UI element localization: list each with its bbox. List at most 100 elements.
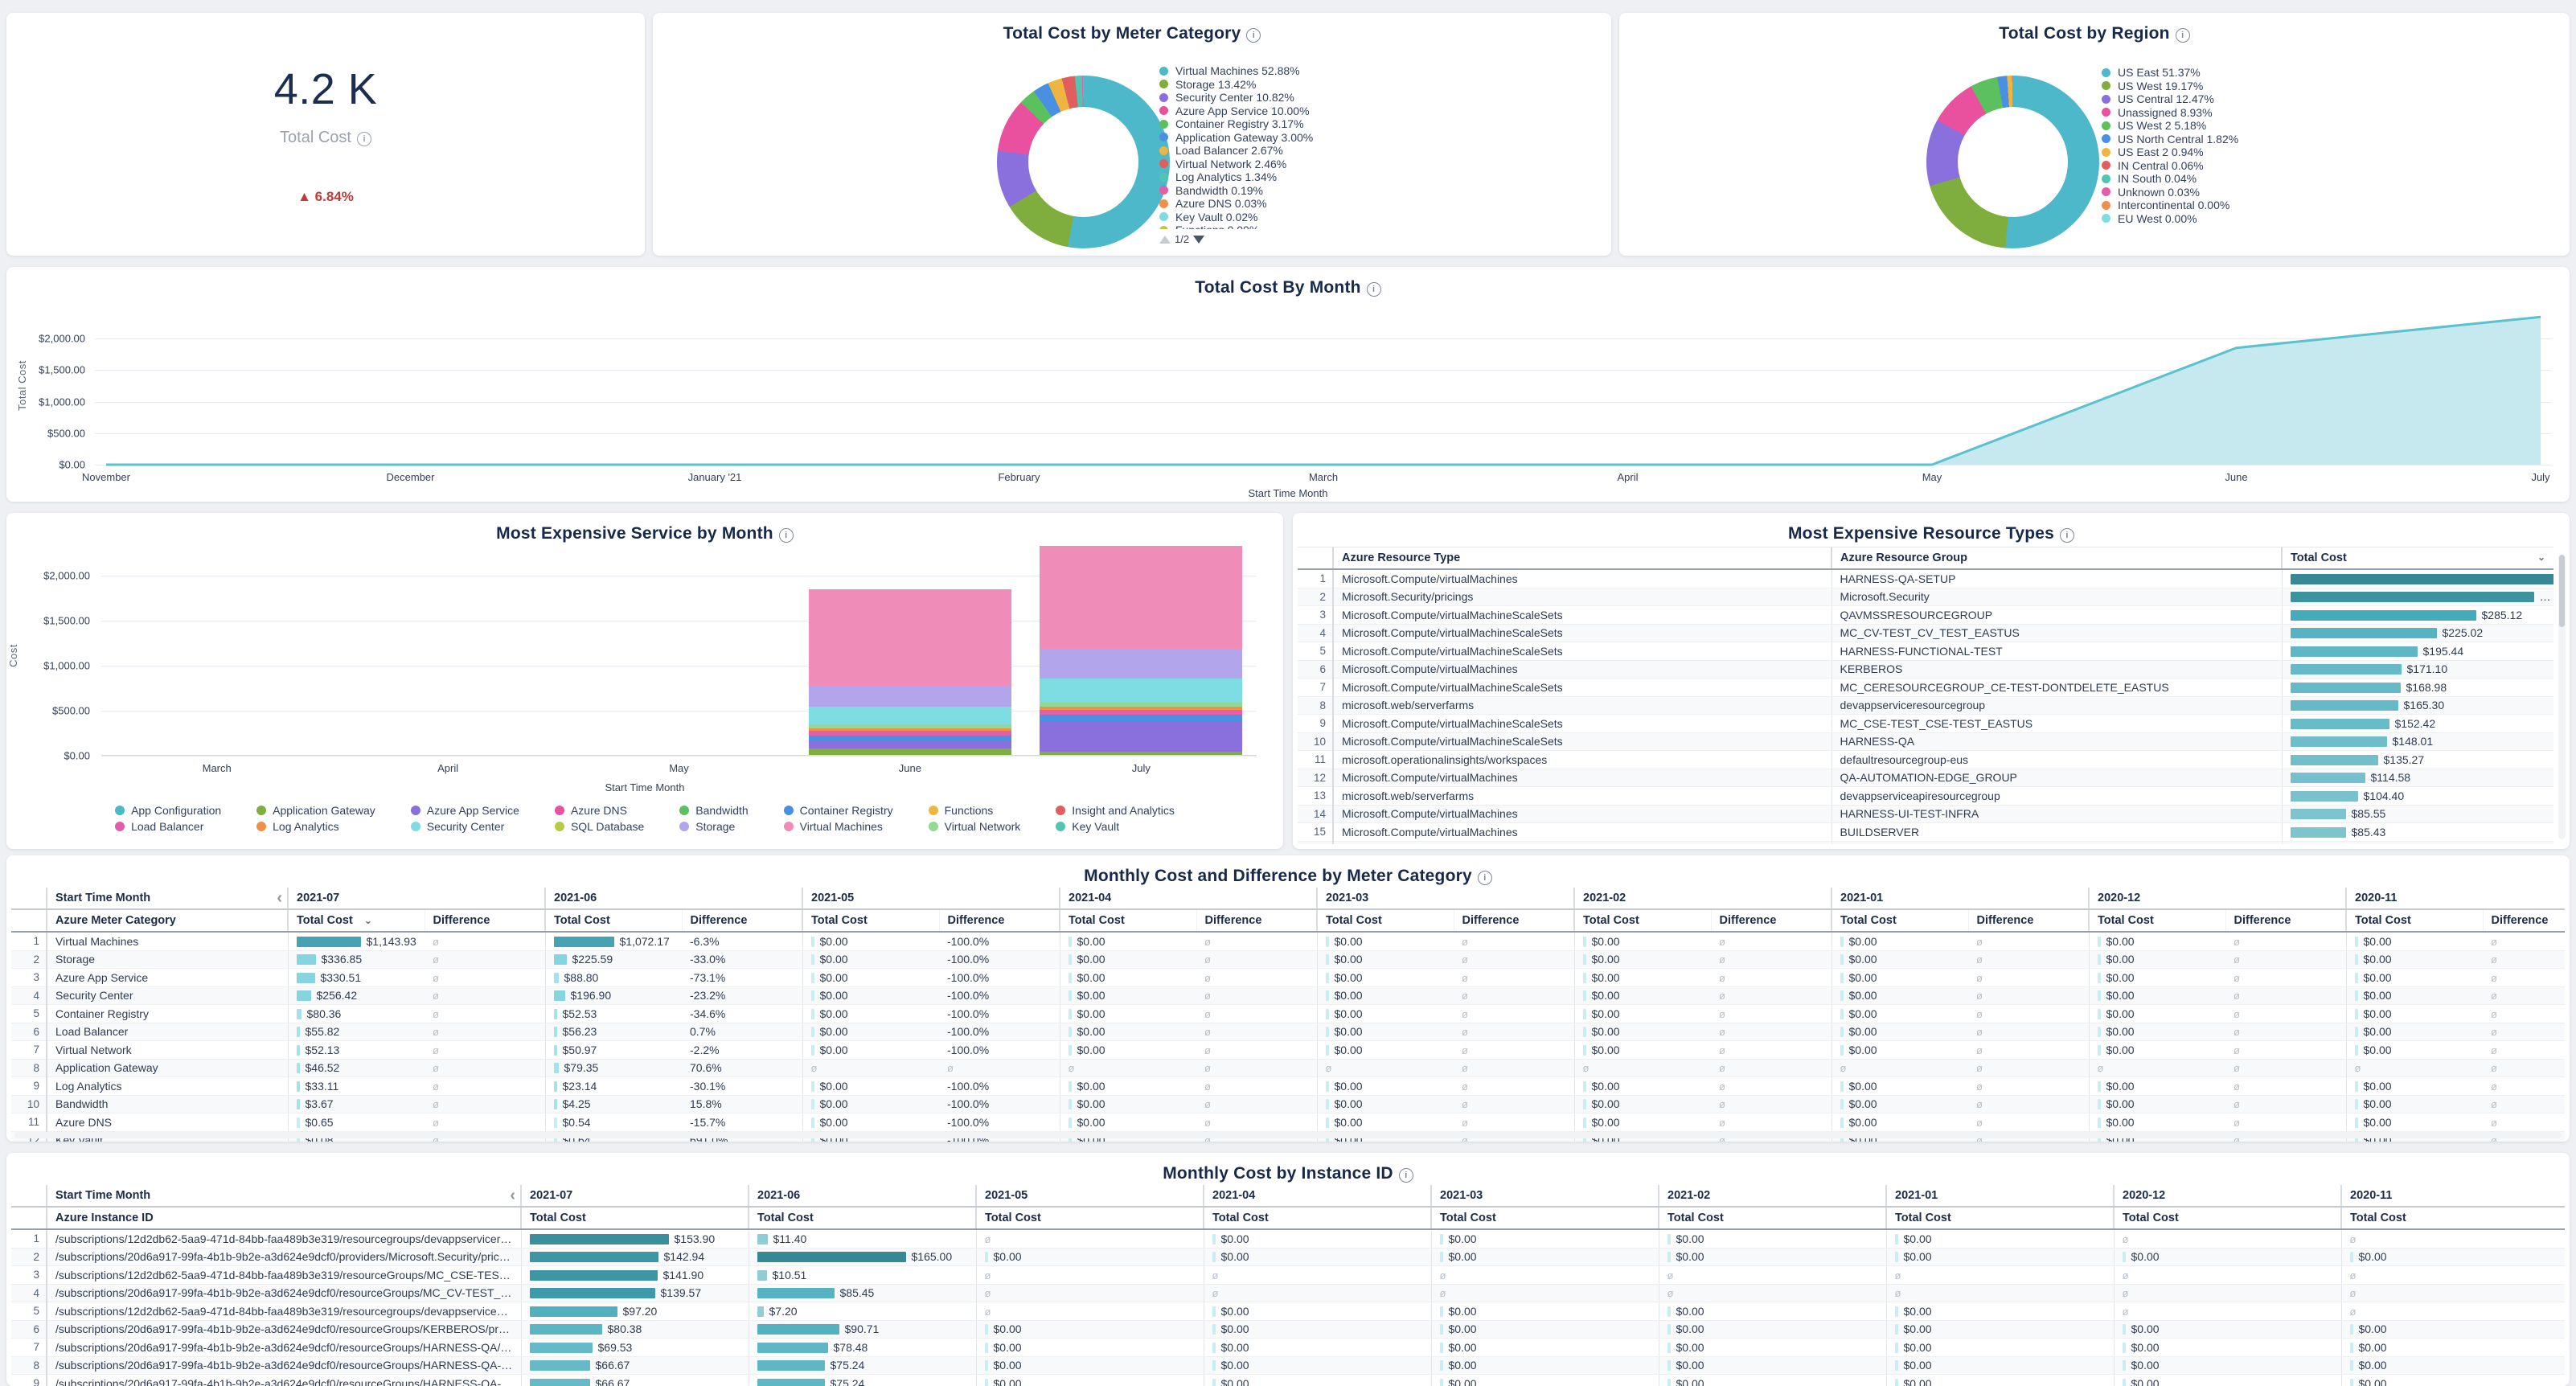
total-cost-header[interactable]: Total Cost — [1574, 909, 1711, 932]
month-header[interactable]: 2021-07 — [521, 1185, 749, 1207]
legend-item[interactable]: Load Balancer — [115, 818, 221, 834]
legend-item[interactable]: App Configuration — [115, 802, 221, 818]
table-row[interactable]: 6/subscriptions/20d6a917-99fa-4b1b-9b2e-… — [11, 1320, 2565, 1339]
legend-item[interactable]: EU West 0.00% — [2102, 212, 2238, 226]
info-icon[interactable]: i — [357, 132, 371, 146]
month-header[interactable]: 2021-06 — [749, 1185, 976, 1207]
legend-item[interactable]: Azure DNS 0.03% — [1159, 197, 1313, 211]
legend-item[interactable]: Functions 0.00% — [1159, 223, 1313, 229]
legend-item[interactable]: Bandwidth — [679, 802, 748, 818]
legend-item[interactable]: Unassigned 8.93% — [2102, 106, 2238, 120]
difference-header[interactable]: Difference — [2225, 909, 2346, 932]
difference-header[interactable]: Difference — [1454, 909, 1574, 932]
chevron-left-icon[interactable]: ‹ — [277, 890, 282, 906]
month-header[interactable]: 2021-03 — [1317, 888, 1574, 909]
legend-item[interactable]: Intercontinental 0.00% — [2102, 199, 2238, 212]
total-cost-header[interactable]: Total Cost — [1659, 1207, 1886, 1229]
total-cost-header[interactable]: Total Cost — [1431, 1207, 1659, 1229]
difference-header[interactable]: Difference — [682, 909, 802, 932]
total-cost-header[interactable]: Total Cost — [1886, 1207, 2114, 1229]
total-cost-header[interactable]: Total Cost — [545, 909, 682, 932]
table-row[interactable]: 12 Microsoft.Compute/virtualMachines QA-… — [1298, 769, 2553, 787]
table-row[interactable]: 2Storage$336.85ø$225.59-33.0%$0.00-100.0… — [11, 950, 2565, 969]
table-row[interactable]: 13 microsoft.web/serverfarms devappservi… — [1298, 787, 2553, 806]
table-row[interactable]: 10Bandwidth$3.67ø$4.2515.8%$0.00-100.0%$… — [11, 1095, 2565, 1113]
total-cost-header[interactable]: Total Cost — [1317, 909, 1454, 932]
table-row[interactable]: 8Application Gateway$46.52ø$79.3570.6%øø… — [11, 1059, 2565, 1077]
month-header[interactable]: 2020-11 — [2341, 1185, 2565, 1207]
month-header[interactable]: 2021-04 — [1060, 888, 1317, 909]
table-row[interactable]: 7Virtual Network$52.13ø$50.97-2.2%$0.00-… — [11, 1041, 2565, 1060]
table-row[interactable]: 14 Microsoft.Compute/virtualMachines HAR… — [1298, 805, 2553, 823]
legend-item[interactable]: US East 2 0.94% — [2102, 146, 2238, 159]
month-header[interactable]: 2021-01 — [1886, 1185, 2114, 1207]
total-cost-header[interactable]: Total Cost — [749, 1207, 976, 1229]
table-row[interactable]: 6 Microsoft.Compute/virtualMachines KERB… — [1298, 660, 2553, 679]
month-header[interactable]: 2020-12 — [2114, 1185, 2341, 1207]
legend-item[interactable]: Insight and Analytics — [1056, 802, 1175, 818]
table-row[interactable]: 11 microsoft.operationalinsights/workspa… — [1298, 751, 2553, 769]
month-header[interactable]: 2020-12 — [2089, 888, 2346, 909]
table-row[interactable]: 1Virtual Machines$1,143.93ø$1,072.17-6.3… — [11, 932, 2565, 950]
table-row[interactable]: 2/subscriptions/20d6a917-99fa-4b1b-9b2e-… — [11, 1248, 2565, 1266]
legend-item[interactable]: Application Gateway — [256, 802, 375, 818]
total-cost-header[interactable]: Total Cost — [802, 909, 939, 932]
legend-item[interactable]: SQL Database — [555, 818, 644, 834]
page-up-icon[interactable] — [1159, 236, 1171, 244]
horizontal-scrollbar[interactable] — [14, 1132, 2562, 1138]
table-row[interactable]: 1/subscriptions/12d2db62-5aa9-471d-84bb-… — [11, 1229, 2565, 1248]
total-cost-header[interactable]: Total Cost — [2346, 909, 2483, 932]
month-header[interactable]: 2021-04 — [1204, 1185, 1431, 1207]
col-header-resource-type[interactable]: Azure Resource Type — [1333, 547, 1832, 570]
table-row[interactable]: 11Azure DNS$0.65ø$0.54-15.7%$0.00-100.0%… — [11, 1113, 2565, 1132]
legend-item[interactable]: Bandwidth 0.19% — [1159, 184, 1313, 198]
total-cost-header[interactable]: Total Cost — [2114, 1207, 2341, 1229]
table-row[interactable]: 4 Microsoft.Compute/virtualMachineScaleS… — [1298, 624, 2553, 642]
legend-item[interactable]: Container Registry 3.17% — [1159, 117, 1313, 131]
table-row[interactable]: 5 Microsoft.Compute/virtualMachineScaleS… — [1298, 642, 2553, 661]
legend-item[interactable]: Storage — [679, 818, 748, 834]
info-icon[interactable]: i — [1246, 28, 1261, 43]
legend-item[interactable]: Storage 13.42% — [1159, 78, 1313, 92]
month-header[interactable]: 2021-05 — [976, 1185, 1204, 1207]
difference-header[interactable]: Difference — [425, 909, 545, 932]
month-header[interactable]: 2021-02 — [1659, 1185, 1886, 1207]
legend-item[interactable]: Virtual Machines — [784, 818, 893, 834]
info-icon[interactable]: i — [2060, 528, 2074, 543]
month-header[interactable]: 2021-02 — [1574, 888, 1832, 909]
stacked-bar-chart[interactable]: $2,000.00$1,500.00$1,000.00$500.00$0.00 — [101, 542, 1257, 756]
legend-item[interactable]: IN South 0.04% — [2102, 172, 2238, 186]
table-row[interactable]: 3/subscriptions/12d2db62-5aa9-471d-84bb-… — [11, 1266, 2565, 1285]
month-header[interactable]: 2021-03 — [1431, 1185, 1659, 1207]
difference-header[interactable]: Difference — [1711, 909, 1832, 932]
col-header-total-cost[interactable]: Total Cost⌄ — [2282, 547, 2553, 570]
legend-item[interactable]: Virtual Machines 52.88% — [1159, 64, 1313, 78]
legend-item[interactable]: US East 51.37% — [2102, 66, 2238, 80]
month-header[interactable]: 2020-11 — [2346, 888, 2565, 909]
legend-item[interactable]: IN Central 0.06% — [2102, 159, 2238, 173]
info-icon[interactable]: i — [1399, 1168, 1413, 1183]
total-cost-header[interactable]: Total Cost — [1060, 909, 1196, 932]
table-row[interactable]: 6Load Balancer$55.82ø$56.230.7%$0.00-100… — [11, 1023, 2565, 1041]
legend-item[interactable]: Container Registry — [784, 802, 893, 818]
legend-item[interactable]: Log Analytics 1.34% — [1159, 170, 1313, 184]
table-row[interactable]: 3Azure App Service$330.51ø$88.80-73.1%$0… — [11, 969, 2565, 987]
region-donut[interactable] — [1926, 76, 2099, 248]
legend-item[interactable]: Load Balancer 2.67% — [1159, 144, 1313, 158]
legend-item[interactable]: Virtual Network — [929, 818, 1021, 834]
table-row[interactable]: 2 Microsoft.Security/pricings Microsoft.… — [1298, 588, 2553, 606]
table-row[interactable]: 3 Microsoft.Compute/virtualMachineScaleS… — [1298, 606, 2553, 625]
info-icon[interactable]: i — [1478, 871, 1492, 885]
info-icon[interactable]: i — [2176, 28, 2190, 43]
table-row[interactable]: 9/subscriptions/20d6a917-99fa-4b1b-9b2e-… — [11, 1375, 2565, 1386]
legend-item[interactable]: Azure App Service 10.00% — [1159, 105, 1313, 118]
table-row[interactable]: 5Container Registry$80.36ø$52.53-34.6%$0… — [11, 1005, 2565, 1023]
month-header[interactable]: 2021-06 — [545, 888, 802, 909]
legend-item[interactable]: US Central 12.47% — [2102, 92, 2238, 106]
legend-item[interactable]: Key Vault 0.02% — [1159, 211, 1313, 224]
legend-item[interactable]: US North Central 1.82% — [2102, 133, 2238, 146]
table-row[interactable]: 7/subscriptions/20d6a917-99fa-4b1b-9b2e-… — [11, 1339, 2565, 1357]
col-header[interactable]: Azure Instance ID — [47, 1207, 521, 1229]
legend-item[interactable]: US West 2 5.18% — [2102, 119, 2238, 133]
area-chart[interactable]: $2,000.00$1,500.00$1,000.00$500.00$0.00 — [95, 304, 2552, 465]
